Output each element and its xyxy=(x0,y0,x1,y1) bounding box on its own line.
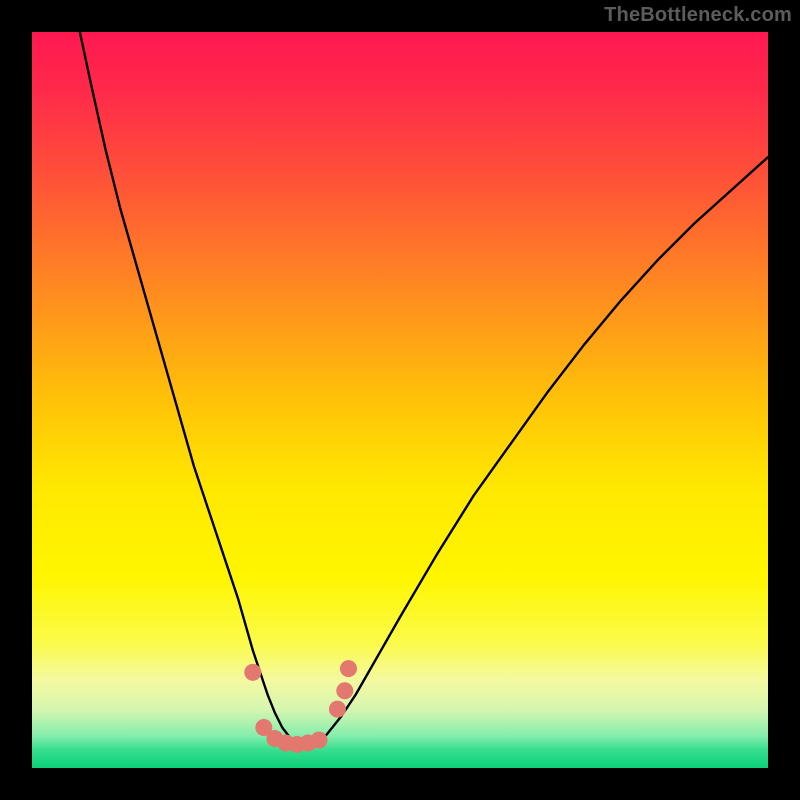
marker-dot xyxy=(329,701,346,718)
chart-svg xyxy=(32,32,768,768)
gradient-bg xyxy=(32,32,768,768)
marker-dot xyxy=(336,682,353,699)
watermark-text: TheBottleneck.com xyxy=(604,4,792,27)
plot-area xyxy=(32,32,768,768)
chart-frame: TheBottleneck.com xyxy=(0,0,800,800)
marker-dot xyxy=(311,732,328,749)
marker-dot xyxy=(340,660,357,677)
marker-dot xyxy=(244,664,261,681)
